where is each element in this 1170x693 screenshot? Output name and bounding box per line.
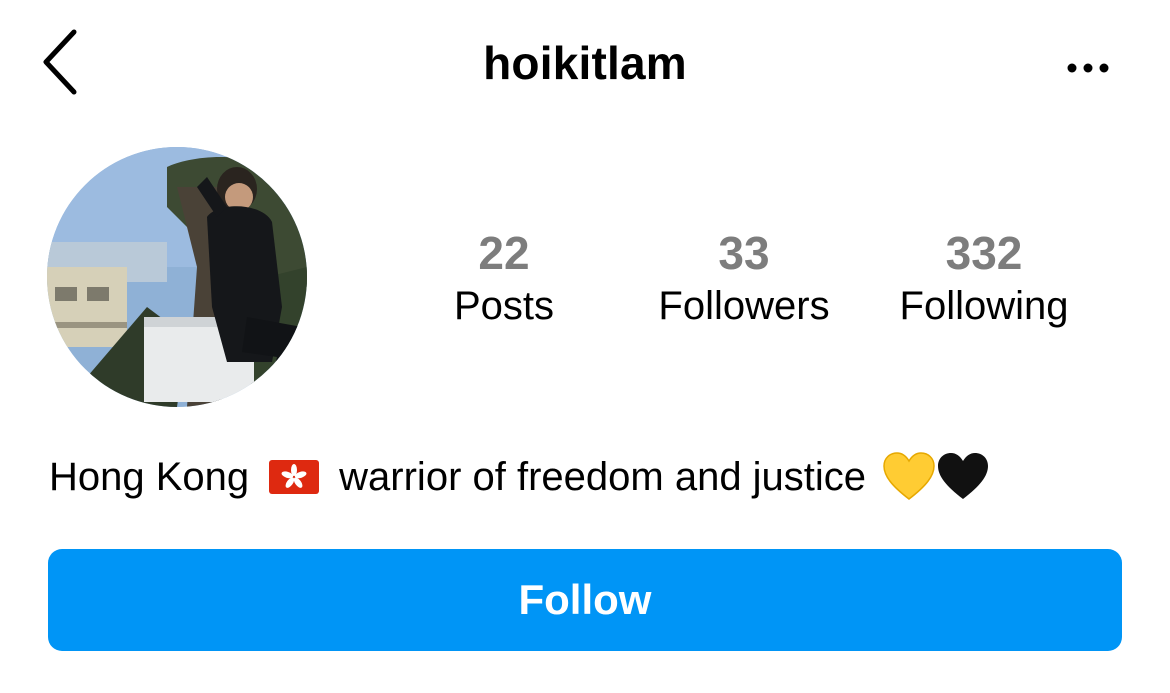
ellipsis-icon xyxy=(1067,63,1109,73)
profile-screen: hoikitlam 22 Posts 33 Followers 332 Foll… xyxy=(0,0,1170,693)
profile-username: hoikitlam xyxy=(483,37,687,89)
followers-count: 33 xyxy=(718,227,770,279)
profile-photo-image xyxy=(47,147,307,407)
stat-followers[interactable]: 33 Followers xyxy=(639,226,849,332)
posts-count: 22 xyxy=(478,227,530,279)
bio-text-part2: warrior of freedom and justice xyxy=(339,455,867,499)
following-label: Following xyxy=(899,284,1069,328)
yellow-heart-icon xyxy=(883,452,935,500)
posts-label: Posts xyxy=(453,284,555,328)
follow-button[interactable]: Follow xyxy=(48,549,1122,651)
black-heart-icon xyxy=(938,453,989,499)
profile-bio: Hong Kong warrior of freedom and justice xyxy=(49,448,990,506)
following-count: 332 xyxy=(945,227,1023,279)
hong-kong-flag-icon xyxy=(269,460,320,494)
more-options-button[interactable] xyxy=(1056,48,1120,88)
avatar[interactable] xyxy=(47,147,307,407)
bio-text-part1: Hong Kong xyxy=(49,455,250,499)
stat-posts[interactable]: 22 Posts xyxy=(399,226,609,332)
followers-label: Followers xyxy=(658,284,830,328)
stat-following[interactable]: 332 Following xyxy=(879,226,1089,332)
